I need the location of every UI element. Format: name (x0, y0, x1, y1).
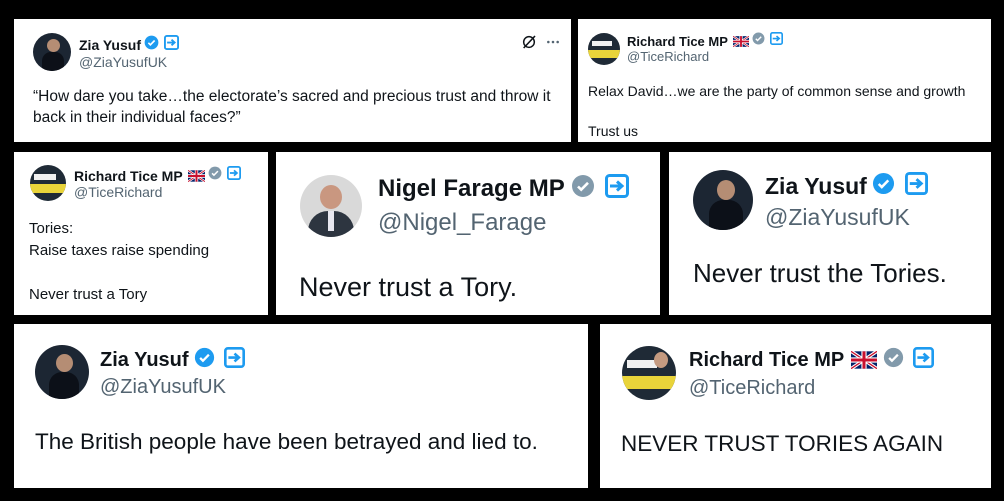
square-arrow-badge-icon (769, 32, 783, 50)
display-name[interactable]: Zia Yusuf (100, 349, 189, 372)
display-name[interactable]: Nigel Farage MP (378, 175, 565, 203)
tweet-card-zia-2[interactable]: Zia Yusuf @ZiaYusufUK Never trust the To… (669, 152, 991, 315)
more-dots-icon[interactable] (545, 35, 561, 54)
tweet-card-tice-1[interactable]: Richard Tice MP @TiceRichard Relax David… (578, 19, 991, 142)
display-name[interactable]: Richard Tice MP (74, 168, 183, 184)
tweet-text: NEVER TRUST TORIES AGAIN (621, 431, 944, 456)
tweet-card-zia-3[interactable]: Zia Yusuf @ZiaYusufUK The British people… (14, 324, 588, 488)
avatar[interactable] (300, 175, 362, 237)
verified-badge-icon (872, 172, 895, 200)
square-arrow-badge-icon (913, 347, 935, 373)
grok-icon[interactable] (521, 34, 537, 55)
square-arrow-badge-icon (163, 35, 179, 55)
display-name[interactable]: Zia Yusuf (765, 173, 867, 200)
square-arrow-badge-icon (226, 166, 241, 185)
avatar[interactable] (33, 33, 71, 71)
avatar[interactable] (35, 345, 89, 399)
avatar[interactable] (588, 33, 620, 65)
uk-flag-icon (187, 169, 205, 182)
uk-flag-icon (851, 351, 878, 369)
avatar[interactable] (622, 346, 676, 400)
tweet-card-zia-1[interactable]: Zia Yusuf @ZiaYusufUK “How dare you take… (14, 19, 571, 142)
user-handle[interactable]: @TiceRichard (627, 49, 709, 64)
avatar[interactable] (30, 165, 66, 201)
display-name[interactable]: Zia Yusuf (79, 37, 141, 53)
user-handle[interactable]: @TiceRichard (74, 184, 162, 200)
verified-badge-icon (752, 32, 765, 50)
verified-badge-icon (194, 347, 215, 373)
tweet-card-farage[interactable]: Nigel Farage MP @Nigel_Farage Never trus… (276, 152, 660, 315)
tweet-text: The British people have been betrayed an… (35, 429, 538, 454)
tweet-text: Relax David…we are the party of common s… (588, 83, 966, 139)
display-name[interactable]: Richard Tice MP (627, 34, 728, 49)
tweet-text: Never trust a Tory. (299, 272, 518, 302)
avatar[interactable] (693, 170, 753, 230)
tweet-text: Tories: Raise taxes raise spending Never… (29, 220, 210, 303)
square-arrow-badge-icon (904, 172, 928, 200)
tweet-card-tice-2[interactable]: Richard Tice MP @TiceRichard Tories: Rai… (14, 152, 268, 315)
verified-badge-icon (883, 347, 904, 373)
tweet-text: “How dare you take…the electorate’s sacr… (33, 88, 551, 126)
user-handle[interactable]: @TiceRichard (689, 377, 815, 400)
square-arrow-badge-icon (604, 174, 629, 203)
square-arrow-badge-icon (223, 347, 245, 373)
user-handle[interactable]: @ZiaYusufUK (100, 376, 226, 399)
tweet-card-tice-3[interactable]: Richard Tice MP @TiceRichard NEVER TRUST… (600, 324, 991, 488)
verified-badge-icon (571, 174, 595, 203)
user-handle[interactable]: @ZiaYusufUK (765, 204, 910, 231)
user-handle[interactable]: @Nigel_Farage (378, 209, 546, 237)
user-handle[interactable]: @ZiaYusufUK (79, 54, 167, 70)
display-name[interactable]: Richard Tice MP (689, 349, 844, 372)
verified-badge-icon (144, 35, 159, 55)
uk-flag-icon (732, 35, 749, 47)
verified-badge-icon (208, 166, 222, 185)
tweet-text: Never trust the Tories. (693, 258, 947, 288)
